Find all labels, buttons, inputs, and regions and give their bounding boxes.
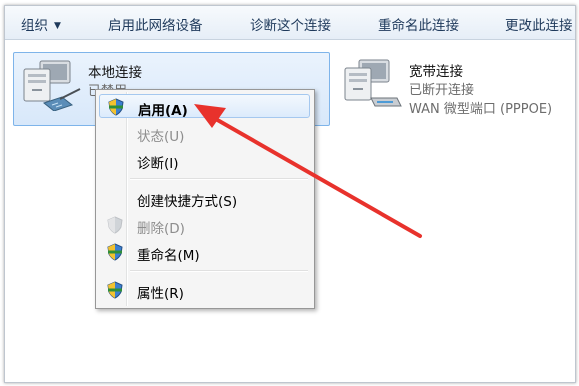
diagnose-connection-button[interactable]: 诊断这个连接 (250, 14, 331, 34)
menu-separator (130, 178, 308, 180)
menu-item-delete[interactable]: 删除(D) (99, 213, 310, 237)
menu-item-label: 诊断(I) (137, 156, 179, 172)
menu-item-label: 创建快捷方式(S) (137, 194, 238, 210)
broadband-computer-icon (344, 59, 402, 107)
change-connection-settings-button[interactable]: 更改此连接 (505, 14, 573, 34)
menu-item-label: 状态(U) (137, 129, 185, 145)
dropdown-arrow-icon: ▼ (54, 21, 61, 31)
broadband-connection-item[interactable]: 宽带连接 已断开连接 WAN 微型端口 (PPPOE) (335, 52, 575, 124)
shield-icon (108, 98, 124, 116)
shield-icon (107, 281, 123, 299)
enable-device-button[interactable]: 启用此网络设备 (108, 14, 203, 34)
menu-item-properties[interactable]: 属性(R) (99, 278, 310, 302)
menu-item-label: 重命名(M) (137, 248, 200, 264)
connection-name: 本地连接 (88, 65, 142, 81)
shield-icon (107, 243, 123, 261)
menu-item-label: 属性(R) (137, 286, 184, 302)
context-menu: 启用(A) 状态(U) 诊断(I) 创建快捷方式(S) 删除(D) 重命名(M) (95, 89, 315, 309)
menu-item-enable[interactable]: 启用(A) (99, 94, 310, 119)
organize-label: 组织 (21, 18, 48, 34)
menu-item-label: 删除(D) (137, 221, 185, 237)
shield-icon (107, 216, 123, 234)
organize-menu-button[interactable]: 组织 ▼ (21, 14, 61, 34)
menu-item-label: 启用(A) (138, 103, 188, 119)
command-bar: 组织 ▼ 启用此网络设备 诊断这个连接 重命名此连接 更改此连接 (5, 6, 575, 40)
connection-device: WAN 微型端口 (PPPOE) (409, 102, 553, 117)
connection-status: 已断开连接 (409, 83, 475, 98)
menu-separator (130, 270, 308, 272)
menu-item-rename[interactable]: 重命名(M) (99, 240, 310, 264)
connection-name: 宽带连接 (409, 64, 463, 80)
rename-connection-button[interactable]: 重命名此连接 (378, 14, 459, 34)
menu-item-create-shortcut[interactable]: 创建快捷方式(S) (99, 186, 310, 210)
menu-item-diagnose[interactable]: 诊断(I) (99, 148, 310, 172)
menu-item-status[interactable]: 状态(U) (99, 121, 310, 145)
network-computer-icon (23, 60, 81, 111)
